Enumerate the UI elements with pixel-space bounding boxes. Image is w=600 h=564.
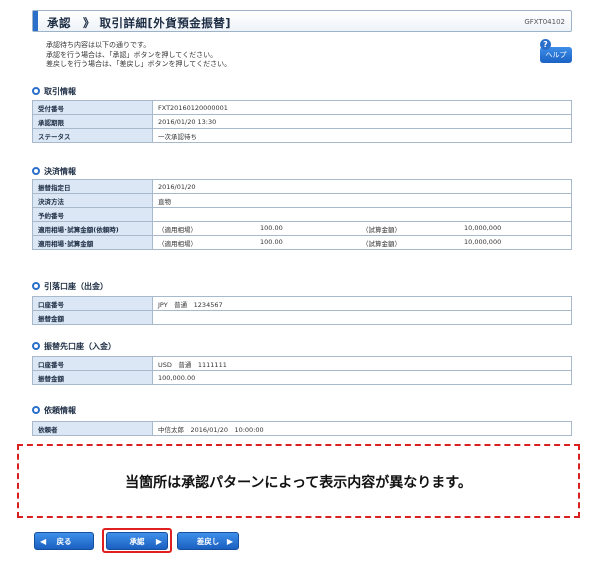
transaction-table: 受付番号 FXT20160120000001 承認期限 2016/01/20 1… [32,100,572,143]
arrow-right-icon: ▶ [155,537,162,546]
approve-button[interactable]: 承認 ▶ [106,532,168,550]
help-question-icon: ? [540,39,551,50]
row-label: 承認期限 [32,114,153,129]
row-value: 一次承認待ち [152,128,572,143]
back-button-label: 戻る [56,537,72,546]
row-label: 決済方法 [32,193,153,208]
rate-value: 100.00 [260,237,283,246]
amount-value: 10,000,000 [464,237,502,246]
arrow-right-icon: ▶ [226,537,233,546]
row-value [152,310,572,325]
arrow-left-icon: ◀ [40,537,47,546]
amount-value: 10,000,000 [464,223,502,232]
header-accent-bar [33,11,38,31]
section-title-transaction: 取引情報 [32,86,76,97]
table-row: 受付番号 FXT20160120000001 [32,100,572,115]
table-row: 承認期限 2016/01/20 13:30 [32,114,572,129]
reject-button[interactable]: 差戻し ▶ [177,532,239,550]
table-row: ステータス 一次承認待ち [32,128,572,143]
row-value [152,207,572,222]
table-row: 依頼者 中信太郎 2016/01/20 10:00:00 [32,421,572,436]
credit-table: 口座番号 USD 普通 1111111 振替金額 100,000.00 [32,356,572,385]
intro-line: 承認を行う場合は、「承認」ボタンを押してください。 [46,50,218,59]
bullet-icon [32,282,40,290]
section-title-requester: 依頼情報 [32,405,76,416]
intro-text: 承認待ち内容は以下の通りです。 承認を行う場合は、「承認」ボタンを押してください… [46,41,231,70]
row-label: 適用相場･試算金額(依頼時) [32,221,153,236]
table-row: 振替金額 100,000.00 [32,370,572,385]
back-button[interactable]: ◀ 戻る [34,532,94,550]
row-label: 依頼者 [32,421,153,436]
amount-label: （試算金額） [362,239,401,248]
row-value: 2016/01/20 [152,179,572,194]
pattern-notice-box: 当箇所は承認パターンによって表示内容が異なります。 [17,444,580,518]
row-value: FXT20160120000001 [152,100,572,115]
row-label: ステータス [32,128,153,143]
rate-label: （適用相場） [158,239,197,248]
intro-line: 承認待ち内容は以下の通りです。 [46,41,151,49]
section-title-settlement: 決済情報 [32,166,76,177]
row-value: 2016/01/20 13:30 [152,114,572,129]
table-row: 振替金額 [32,310,572,325]
table-row: 口座番号 USD 普通 1111111 [32,356,572,371]
row-label: 振替金額 [32,310,153,325]
section-title-debit: 引落口座（出金） [32,281,108,292]
table-row: 口座番号 JPY 普通 1234567 [32,296,572,311]
page-title: 承認 》 取引詳細[外貨預金振替] [47,16,232,30]
row-label: 振替金額 [32,370,153,385]
row-label: 口座番号 [32,356,153,371]
row-value: USD 普通 1111111 [152,356,572,371]
settlement-table: 振替指定日 2016/01/20 決済方法 直物 予約番号 適用相場･試算金額(… [32,179,572,250]
section-title-credit: 振替先口座（入金） [32,341,116,352]
requester-table: 依頼者 中信太郎 2016/01/20 10:00:00 [32,421,572,436]
table-row: 予約番号 [32,207,572,222]
intro-line: 差戻しを行う場合は、「差戻し」ボタンを押してください。 [46,60,232,68]
bullet-icon [32,342,40,350]
approve-button-label: 承認 [129,537,145,546]
row-label: 受付番号 [32,100,153,115]
debit-table: 口座番号 JPY 普通 1234567 振替金額 [32,296,572,325]
row-value: JPY 普通 1234567 [152,296,572,311]
bullet-icon [32,406,40,414]
row-label: 適用相場･試算金額 [32,235,153,250]
amount-label: （試算金額） [362,225,401,234]
rate-label: （適用相場） [158,225,197,234]
rate-value: 100.00 [260,223,283,232]
row-label: 振替指定日 [32,179,153,194]
table-row: 適用相場･試算金額 （適用相場） 100.00 （試算金額） 10,000,00… [32,235,572,250]
screen-id: GFXT04102 [524,18,565,26]
row-value: 100,000.00 [152,370,572,385]
bullet-icon [32,87,40,95]
bullet-icon [32,167,40,175]
pattern-notice-text: 当箇所は承認パターンによって表示内容が異なります。 [125,475,472,491]
table-row: 適用相場･試算金額(依頼時) （適用相場） 100.00 （試算金額） 10,0… [32,221,572,236]
help-button[interactable]: ヘルプ ? [540,39,572,65]
reject-button-label: 差戻し [196,537,220,546]
row-label: 予約番号 [32,207,153,222]
row-value: 直物 [152,193,572,208]
table-row: 決済方法 直物 [32,193,572,208]
page-header: 承認 》 取引詳細[外貨預金振替] GFXT04102 [32,10,572,32]
table-row: 振替指定日 2016/01/20 [32,179,572,194]
row-label: 口座番号 [32,296,153,311]
row-value: 中信太郎 2016/01/20 10:00:00 [152,421,572,436]
